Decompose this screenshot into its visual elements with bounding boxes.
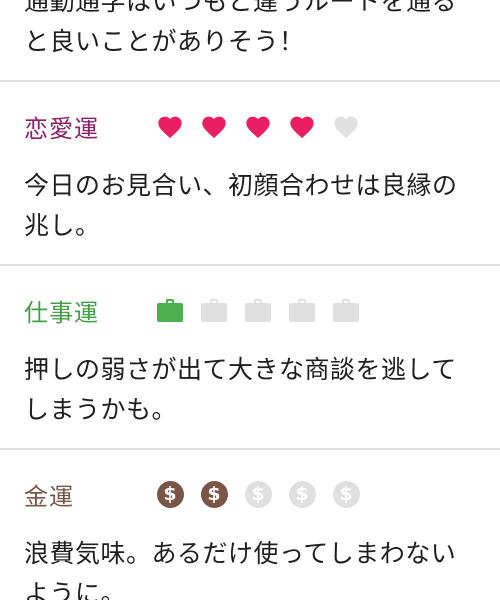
briefcase-icon <box>236 288 280 332</box>
love-fortune-section: 今日のお見合い、初顔合わせは良縁の 兆し。 <box>0 166 500 246</box>
money-fortune-section: 浪費気味。あるだけ使ってしまわない ように。 <box>0 534 500 600</box>
love-desc-line2: 兆し。 <box>24 211 101 240</box>
divider <box>0 264 500 266</box>
dollar-coin-icon: $ <box>280 472 324 516</box>
dollar-coin-icon: $ <box>324 472 368 516</box>
dollar-coin-icon: $ <box>236 472 280 516</box>
heart-icon <box>148 104 192 148</box>
love-desc-line1: 今日のお見合い、初顔合わせは良縁の <box>24 171 458 200</box>
work-fortune-title: 仕事運 <box>24 298 99 327</box>
money-desc-line1: 浪費気味。あるだけ使ってしまわない <box>24 539 457 568</box>
work-fortune-description: 押しの弱さが出て大きな商談を逃して しまうかも。 <box>24 350 476 430</box>
heart-icon <box>236 104 280 148</box>
love-fortune-description: 今日のお見合い、初顔合わせは良縁の 兆し。 <box>24 166 476 246</box>
heart-icon <box>324 104 368 148</box>
briefcase-icon <box>192 288 236 332</box>
briefcase-icon <box>324 288 368 332</box>
love-fortune-title: 恋愛運 <box>24 114 99 143</box>
work-rating <box>148 288 368 332</box>
love-rating <box>148 104 368 148</box>
money-rating: $ $ $ $ $ <box>148 472 368 516</box>
heart-icon <box>192 104 236 148</box>
heart-icon <box>280 104 324 148</box>
money-fortune-header: 金運 $ $ $ $ $ <box>24 472 368 516</box>
briefcase-icon <box>148 288 192 332</box>
general-fortune-description: 通勤通学はいつもと違うルートを通る と良いことがありそう！ <box>24 0 476 62</box>
work-fortune-section: 押しの弱さが出て大きな商談を逃して しまうかも。 <box>0 350 500 430</box>
work-fortune-header: 仕事運 <box>24 288 368 332</box>
general-desc-line2: と良いことがありそう！ <box>24 27 305 56</box>
work-desc-line2: しまうかも。 <box>24 395 178 424</box>
work-desc-line1: 押しの弱さが出て大きな商談を逃して <box>24 355 457 384</box>
general-fortune-section: 通勤通学はいつもと違うルートを通る と良いことがありそう！ <box>0 0 500 62</box>
dollar-coin-icon: $ <box>192 472 236 516</box>
dollar-coin-icon: $ <box>148 472 192 516</box>
general-desc-line1: 通勤通学はいつもと違うルートを通る <box>24 0 458 16</box>
money-fortune-title: 金運 <box>24 482 74 511</box>
money-desc-line2: ように。 <box>24 579 127 600</box>
divider <box>0 80 500 82</box>
love-fortune-header: 恋愛運 <box>24 104 368 148</box>
divider <box>0 448 500 450</box>
briefcase-icon <box>280 288 324 332</box>
money-fortune-description: 浪費気味。あるだけ使ってしまわない ように。 <box>24 534 476 600</box>
